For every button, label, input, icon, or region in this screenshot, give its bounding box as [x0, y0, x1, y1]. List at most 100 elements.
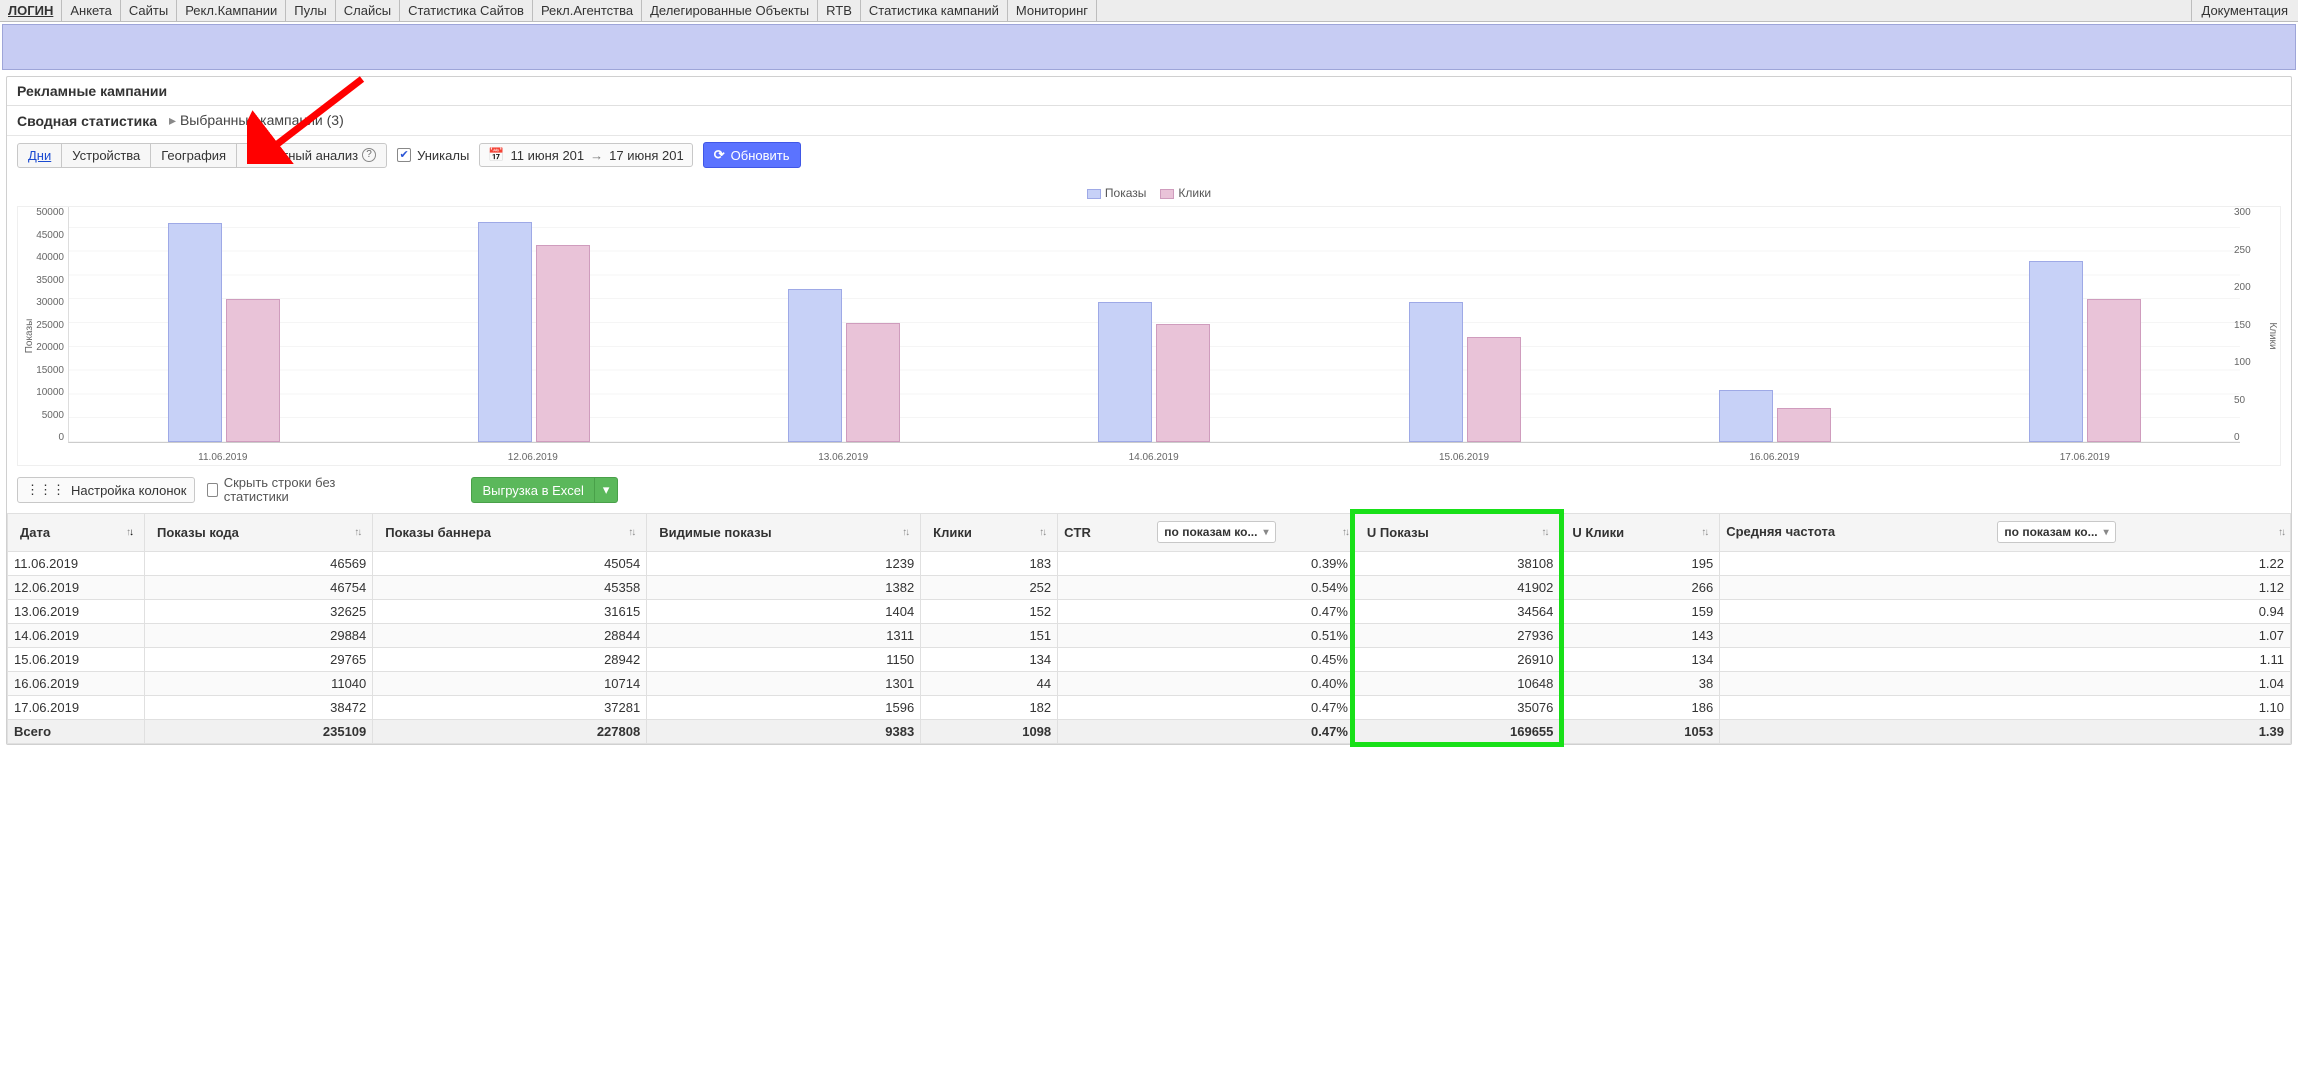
sort-icon[interactable]: ↑↓: [1541, 527, 1547, 538]
cell-uclicks: 195: [1560, 551, 1720, 575]
sort-icon[interactable]: ↑↓: [902, 527, 908, 538]
cell-vis: 1150: [647, 647, 921, 671]
total-label: Всего: [8, 719, 145, 743]
th-banner-shows[interactable]: Показы баннера ↑↓: [373, 513, 647, 551]
bar-clicks: [1467, 337, 1521, 442]
hide-empty-checkbox[interactable]: [207, 483, 217, 497]
table-body: 11.06.2019465694505412391830.39%38108195…: [8, 551, 2291, 719]
ctr-basis-select[interactable]: по показам ко... ▾: [1157, 521, 1275, 543]
x-axis: 11.06.201912.06.201913.06.201914.06.2019…: [68, 452, 2240, 463]
uniques-checkbox[interactable]: ✔: [397, 148, 411, 162]
nav-item-pools[interactable]: Пулы: [286, 0, 336, 21]
nav-item-sites[interactable]: Сайты: [121, 0, 177, 21]
swatch-blue: [1087, 189, 1101, 199]
refresh-button[interactable]: ⟳ Обновить: [703, 142, 801, 168]
bar-group: [1409, 207, 1521, 442]
cell-ctr: 0.39%: [1058, 551, 1355, 575]
sort-icon[interactable]: ↑↓: [1701, 527, 1707, 538]
cell-date: 13.06.2019: [8, 599, 145, 623]
th-u-clicks[interactable]: U Клики ↑↓: [1560, 513, 1720, 551]
th-banner-shows-label: Показы баннера: [385, 525, 491, 540]
cell-ushows: 10648: [1354, 671, 1559, 695]
cell-clicks: 134: [921, 647, 1058, 671]
sort-icon[interactable]: ↑↓: [1342, 527, 1348, 538]
cell-freq: 1.22: [1720, 551, 2291, 575]
cell-vis: 1239: [647, 551, 921, 575]
cell-clicks: 151: [921, 623, 1058, 647]
nav-item-campaigns[interactable]: Рекл.Кампании: [177, 0, 286, 21]
nav-item-rtb[interactable]: RTB: [818, 0, 861, 21]
th-code-shows[interactable]: Показы кода ↑↓: [144, 513, 372, 551]
selected-campaigns-link[interactable]: Выбранные кампании (3): [169, 112, 344, 129]
th-clicks[interactable]: Клики ↑↓: [921, 513, 1058, 551]
cell-banner: 10714: [373, 671, 647, 695]
cell-clicks: 44: [921, 671, 1058, 695]
cell-clicks: 152: [921, 599, 1058, 623]
th-avg-freq[interactable]: Средняя частота по показам ко... ▾ ↑↓: [1720, 513, 2291, 551]
cell-ushows: 34564: [1354, 599, 1559, 623]
export-excel-button[interactable]: Выгрузка в Excel ▾: [471, 477, 618, 503]
top-nav: ЛОГИН Анкета Сайты Рекл.Кампании Пулы Сл…: [0, 0, 2298, 22]
th-code-shows-label: Показы кода: [157, 525, 239, 540]
cell-vis: 1382: [647, 575, 921, 599]
table-toolbar: ⋮⋮⋮ Настройка колонок Скрыть строки без …: [7, 468, 2291, 513]
tab-freq[interactable]: Частотный анализ ?: [237, 144, 386, 167]
tab-geo[interactable]: География: [151, 144, 237, 167]
cell-vis: 1311: [647, 623, 921, 647]
grid-icon: ⋮⋮⋮: [26, 482, 65, 498]
th-visible-shows[interactable]: Видимые показы ↑↓: [647, 513, 921, 551]
chevron-down-icon[interactable]: ▾: [594, 478, 618, 502]
nav-login[interactable]: ЛОГИН: [0, 0, 62, 21]
sort-icon[interactable]: ↑↓: [2278, 527, 2284, 538]
freq-basis-select[interactable]: по показам ко... ▾: [1997, 521, 2115, 543]
th-avg-freq-label: Средняя частота: [1726, 525, 1835, 539]
total-code: 235109: [144, 719, 372, 743]
total-banner: 227808: [373, 719, 647, 743]
nav-item-delegated[interactable]: Делегированные Объекты: [642, 0, 818, 21]
chevron-down-icon: ▾: [1263, 527, 1268, 538]
bar-group: [1098, 207, 1210, 442]
sort-icon[interactable]: ↑↓: [1039, 527, 1045, 538]
bar-shows: [2029, 261, 2083, 442]
cell-vis: 1596: [647, 695, 921, 719]
tab-devices[interactable]: Устройства: [62, 144, 151, 167]
summary-title: Сводная статистика: [17, 113, 157, 129]
total-clicks: 1098: [921, 719, 1058, 743]
columns-settings-button[interactable]: ⋮⋮⋮ Настройка колонок: [17, 477, 195, 503]
cell-freq: 1.11: [1720, 647, 2291, 671]
x-tick: 13.06.2019: [818, 452, 868, 463]
bar-shows: [478, 222, 532, 442]
bar-group: [1719, 207, 1831, 442]
th-date[interactable]: Дата ↑↓: [8, 513, 145, 551]
cell-clicks: 183: [921, 551, 1058, 575]
cell-ctr: 0.47%: [1058, 599, 1355, 623]
cell-code: 46754: [144, 575, 372, 599]
nav-item-monitoring[interactable]: Мониторинг: [1008, 0, 1097, 21]
th-ctr[interactable]: CTR по показам ко... ▾ ↑↓: [1058, 513, 1355, 551]
total-ctr: 0.47%: [1058, 719, 1355, 743]
nav-item-anketa[interactable]: Анкета: [62, 0, 121, 21]
date-to: 17 июня 201: [609, 148, 684, 163]
nav-item-camp-stats[interactable]: Статистика кампаний: [861, 0, 1008, 21]
sort-icon[interactable]: ↑↓: [628, 527, 634, 538]
help-icon[interactable]: ?: [362, 148, 376, 162]
legend-clicks-label: Клики: [1178, 186, 1211, 200]
sort-icon[interactable]: ↑↓: [126, 527, 132, 538]
check-icon: ✔: [399, 150, 408, 161]
cell-code: 11040: [144, 671, 372, 695]
sort-icon[interactable]: ↑↓: [354, 527, 360, 538]
cell-uclicks: 38: [1560, 671, 1720, 695]
nav-documentation[interactable]: Документация: [2191, 0, 2298, 21]
nav-item-site-stats[interactable]: Статистика Сайтов: [400, 0, 533, 21]
tab-days[interactable]: Дни: [18, 144, 62, 167]
nav-item-agencies[interactable]: Рекл.Агентства: [533, 0, 642, 21]
th-u-shows[interactable]: U Показы ↑↓: [1354, 513, 1559, 551]
table-row: 14.06.2019298842884413111510.51%27936143…: [8, 623, 2291, 647]
cell-banner: 31615: [373, 599, 647, 623]
table-row: 17.06.2019384723728115961820.47%35076186…: [8, 695, 2291, 719]
nav-item-slices[interactable]: Слайсы: [336, 0, 400, 21]
cell-clicks: 182: [921, 695, 1058, 719]
date-range[interactable]: 📅 11 июня 201 → 17 июня 201: [479, 143, 692, 167]
legend-shows-label: Показы: [1105, 186, 1146, 200]
cell-code: 46569: [144, 551, 372, 575]
